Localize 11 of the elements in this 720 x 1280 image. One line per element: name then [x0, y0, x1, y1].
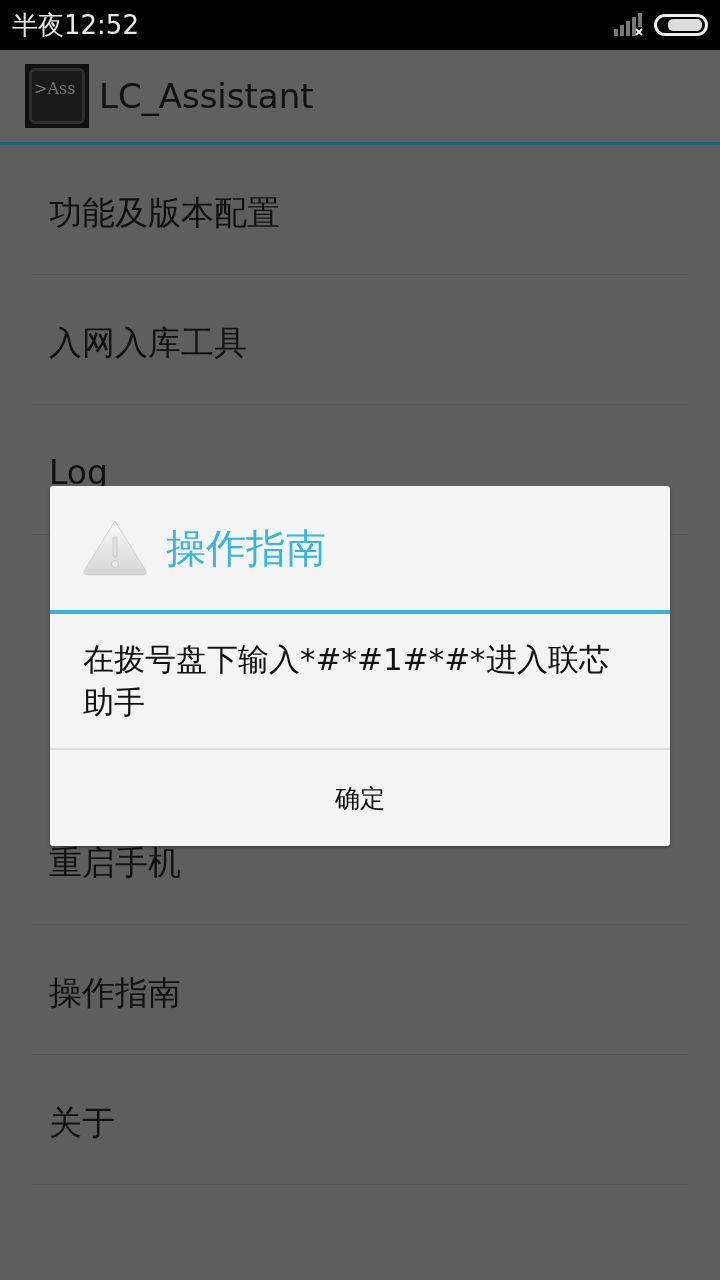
status-time: 半夜12:52: [12, 8, 139, 42]
app-title: LC_Assistant: [99, 76, 314, 116]
menu-item[interactable]: 关于: [32, 1055, 688, 1185]
menu-item[interactable]: 功能及版本配置: [32, 145, 688, 275]
app-logo: >Ass: [25, 64, 89, 128]
battery-icon: [654, 14, 708, 36]
signal-icon: [614, 13, 644, 37]
warning-icon: [82, 519, 148, 577]
dialog-message: 在拨号盘下输入*#*#1#*#*进入联芯助手: [50, 614, 670, 750]
menu-item[interactable]: 入网入库工具: [32, 275, 688, 405]
menu-item[interactable]: 操作指南: [32, 925, 688, 1055]
